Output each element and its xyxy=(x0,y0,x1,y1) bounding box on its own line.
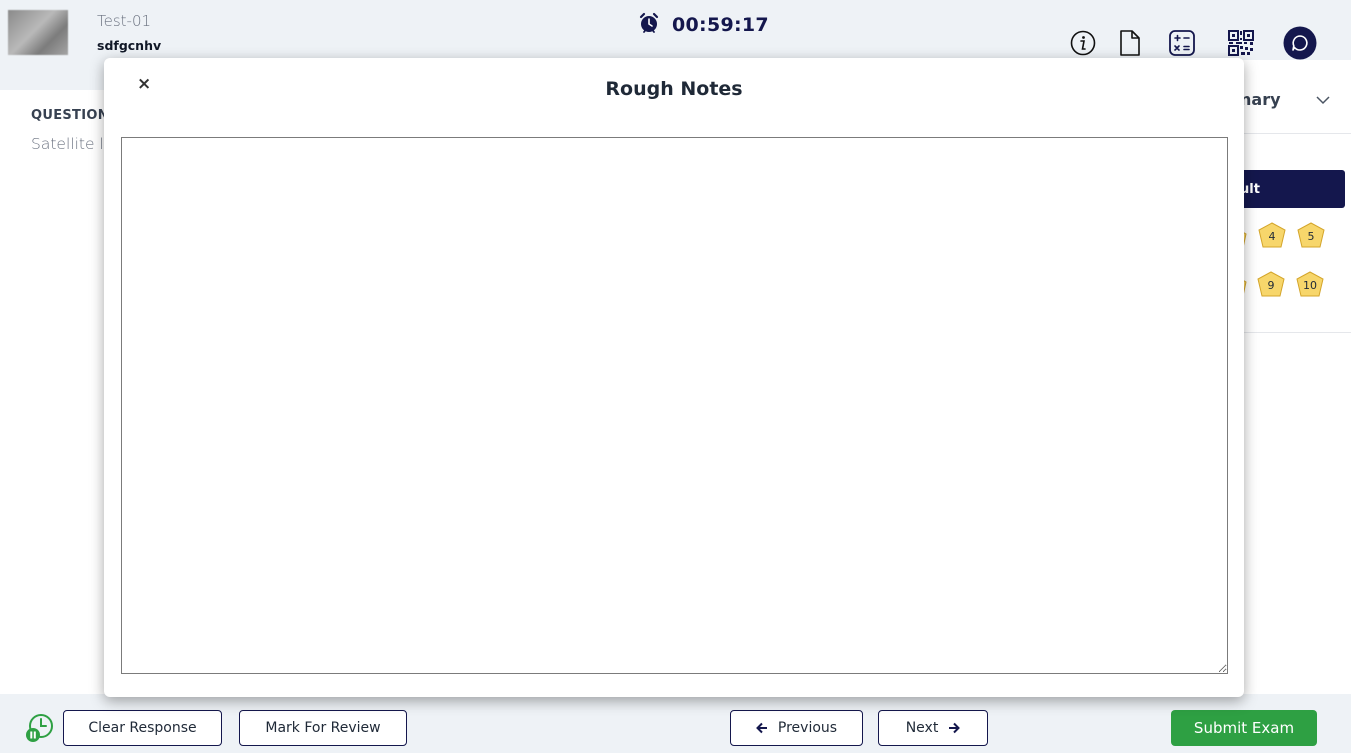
submit-exam-button[interactable]: Submit Exam xyxy=(1171,710,1317,746)
timer: 00:59:17 xyxy=(638,12,769,38)
mark-for-review-button[interactable]: Mark For Review xyxy=(239,710,407,746)
arrow-right-icon xyxy=(949,722,961,734)
question-text: Satellite la xyxy=(31,135,114,153)
clear-response-button[interactable]: Clear Response xyxy=(63,710,222,746)
next-label: Next xyxy=(905,720,939,736)
result-button[interactable]: ult xyxy=(1240,170,1345,208)
qr-code-icon xyxy=(1228,30,1254,56)
info-button[interactable] xyxy=(1066,26,1100,60)
next-button[interactable]: Next xyxy=(878,710,988,746)
arrow-left-icon xyxy=(755,722,767,734)
avatar xyxy=(8,10,68,55)
bottom-action-bar: Clear Response Mark For Review Previous … xyxy=(0,694,1351,753)
chevron-down-icon xyxy=(1316,90,1330,109)
chat-button[interactable] xyxy=(1283,26,1317,60)
question-palette-panel: nary ult 4 5 9 10 xyxy=(1240,60,1351,694)
previous-button[interactable]: Previous xyxy=(730,710,863,746)
question-badge-10[interactable]: 10 xyxy=(1296,271,1324,297)
timer-value: 00:59:17 xyxy=(672,14,769,36)
divider xyxy=(1240,332,1351,333)
rough-notes-button[interactable] xyxy=(1113,26,1147,60)
previous-label: Previous xyxy=(777,720,838,736)
calculator-icon xyxy=(1169,30,1195,56)
alarm-clock-icon xyxy=(638,12,660,38)
question-badge-5[interactable]: 5 xyxy=(1297,222,1325,248)
user-name: sdfgcnhv xyxy=(97,38,162,53)
question-badge-9[interactable]: 9 xyxy=(1257,271,1285,297)
test-name: Test-01 xyxy=(97,12,152,30)
question-label: QUESTION xyxy=(31,108,109,123)
rough-notes-textarea[interactable] xyxy=(121,137,1228,674)
question-badge-4[interactable]: 4 xyxy=(1258,222,1286,248)
summary-label: nary xyxy=(1240,90,1281,109)
info-icon xyxy=(1070,30,1096,56)
summary-dropdown[interactable]: nary xyxy=(1240,60,1351,134)
chat-icon xyxy=(1283,26,1317,60)
calculator-button[interactable] xyxy=(1165,26,1199,60)
document-icon xyxy=(1120,30,1140,56)
rough-notes-modal: × Rough Notes xyxy=(104,58,1244,697)
pause-timer-icon[interactable] xyxy=(24,712,56,748)
qr-code-button[interactable] xyxy=(1224,26,1258,60)
modal-title: Rough Notes xyxy=(605,78,743,100)
